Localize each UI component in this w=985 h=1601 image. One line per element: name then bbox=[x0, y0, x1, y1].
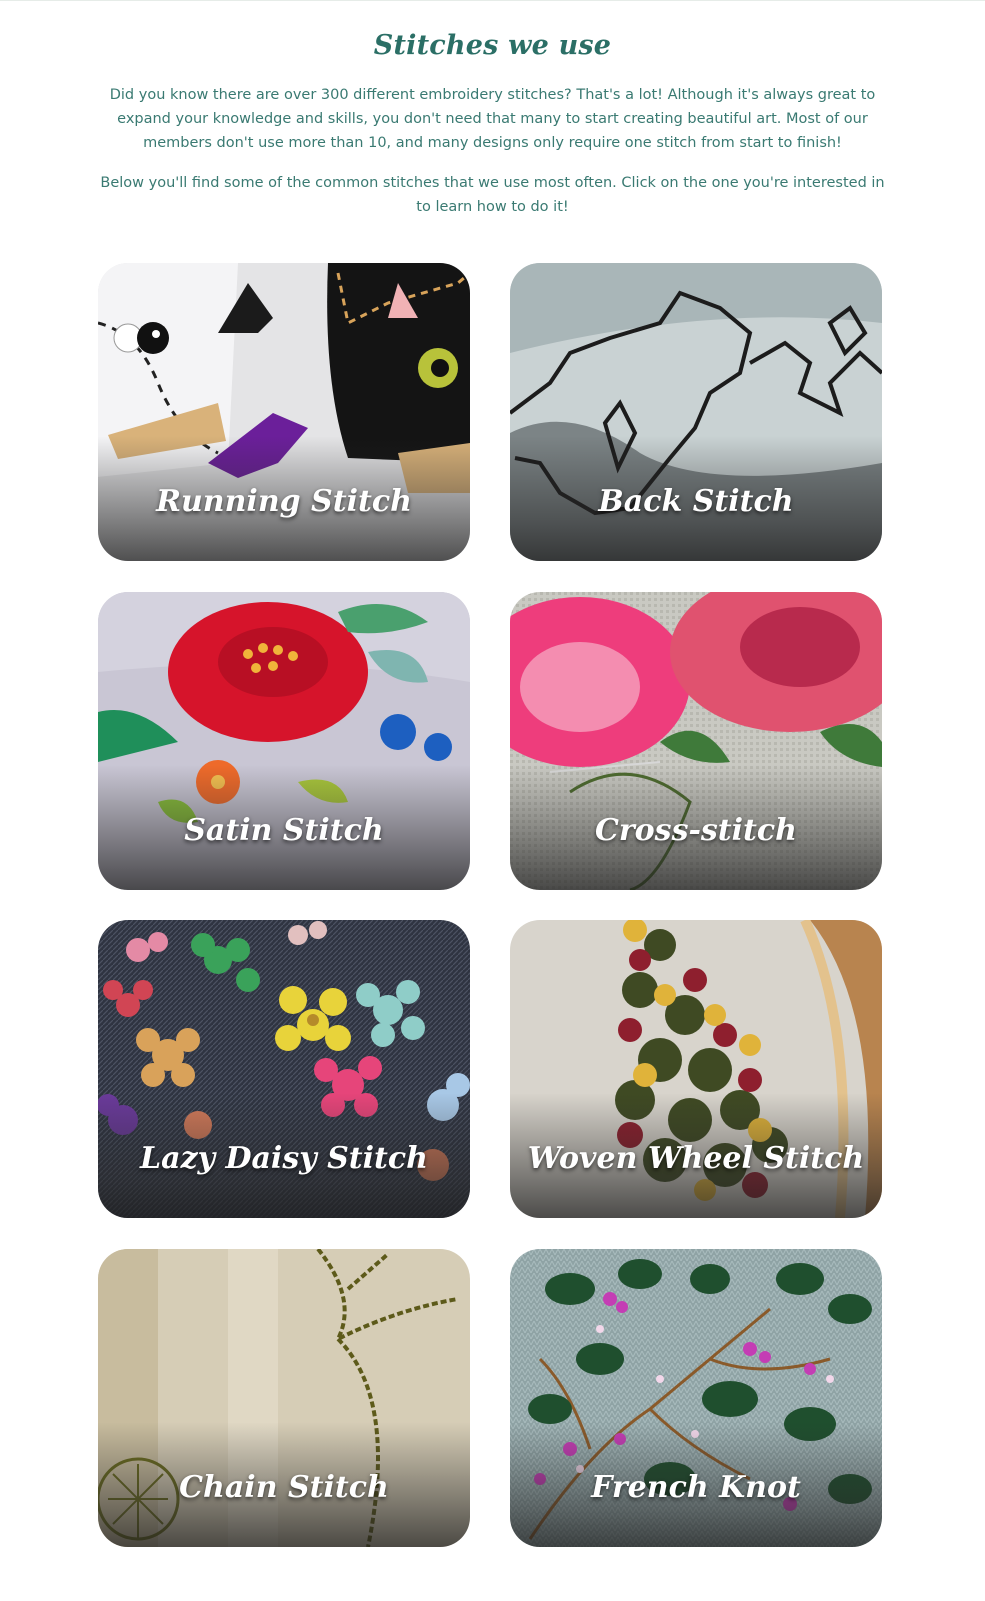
intro-paragraph: Did you know there are over 300 differen… bbox=[109, 87, 876, 151]
stitch-card-back-stitch[interactable]: Back Stitch bbox=[510, 263, 882, 561]
intro-paragraph-2: Below you'll find some of the common sti… bbox=[100, 175, 885, 215]
stitch-card-chain-stitch[interactable]: Chain Stitch bbox=[98, 1249, 470, 1547]
stitch-card-french-knot[interactable]: French Knot bbox=[510, 1249, 882, 1547]
stitch-card-label: Running Stitch bbox=[156, 484, 412, 519]
stitch-card-label: Back Stitch bbox=[598, 484, 794, 519]
stitch-card-woven-wheel-stitch[interactable]: Woven Wheel Stitch bbox=[510, 920, 882, 1218]
stitch-card-label: Lazy Daisy Stitch bbox=[140, 1141, 428, 1176]
stitch-card-label: French Knot bbox=[591, 1470, 801, 1505]
stitch-card-lazy-daisy-stitch[interactable]: Lazy Daisy Stitch bbox=[98, 920, 470, 1218]
section-title: Stitches we use bbox=[373, 30, 612, 61]
stitch-card-label: Cross-stitch bbox=[594, 813, 797, 848]
stitch-card-running-stitch[interactable]: Running Stitch bbox=[98, 263, 470, 561]
stitch-card-cross-stitch[interactable]: Cross-stitch bbox=[510, 592, 882, 890]
stitch-card-satin-stitch[interactable]: Satin Stitch bbox=[98, 592, 470, 890]
stitch-card-label: Satin Stitch bbox=[184, 813, 384, 848]
stitch-card-label: Woven Wheel Stitch bbox=[527, 1141, 865, 1176]
stitch-card-label: Chain Stitch bbox=[179, 1470, 389, 1505]
top-divider bbox=[0, 0, 985, 1]
